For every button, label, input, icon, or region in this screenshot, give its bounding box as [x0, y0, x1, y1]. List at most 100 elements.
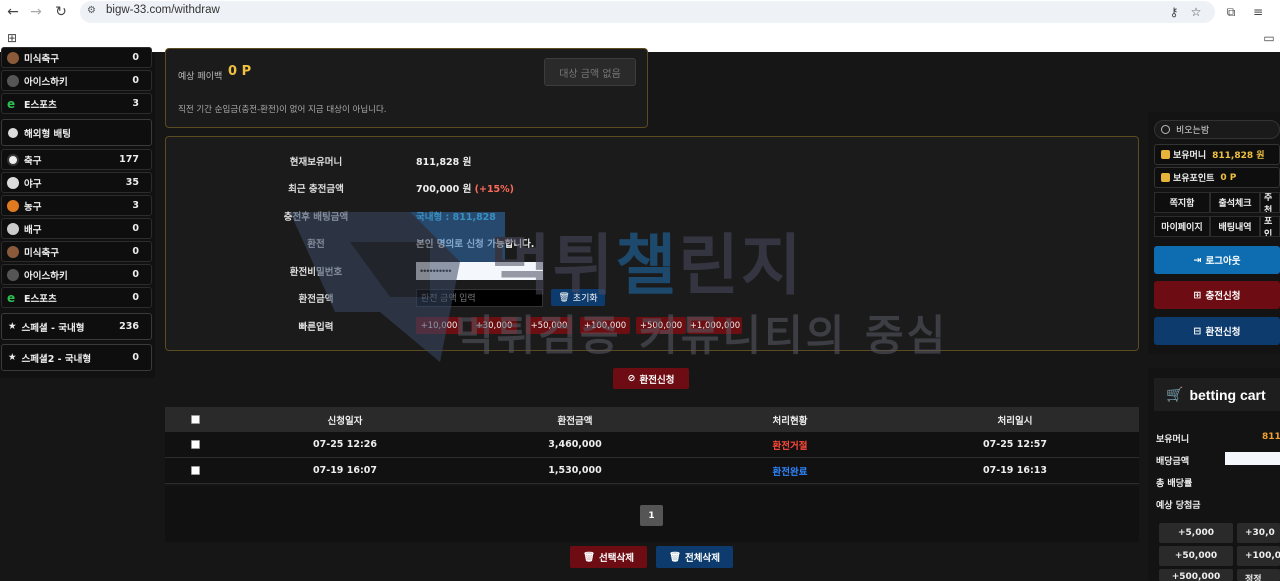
payback-value: 0 P	[228, 64, 252, 79]
sidebar-item-ice-hockey-top[interactable]: 아이스하키 0	[1, 70, 152, 91]
volleyball-icon	[7, 222, 19, 235]
col-request-date: 신청일자	[327, 415, 363, 427]
cart-expected-win-label: 예상 당첨금	[1156, 501, 1201, 511]
sidebar-item-count: 236	[119, 321, 139, 332]
message-box-button[interactable]: 쪽지함	[1154, 192, 1210, 213]
referral-button[interactable]: 추천	[1260, 192, 1280, 213]
table-header: 신청일자 환전금액 처리현황 처리일시	[165, 407, 1139, 432]
cart-add-100000-button[interactable]: +100,0	[1237, 546, 1280, 566]
esports-icon: e	[7, 290, 16, 305]
baseball-icon	[7, 176, 19, 189]
table-row[interactable]: 07-25 12:26 3,460,000 환전거절 07-25 12:57	[165, 432, 1139, 458]
minus-icon: ⊟	[1193, 325, 1202, 337]
puck-icon	[7, 268, 19, 281]
mypage-button[interactable]: 마이페이지	[1154, 216, 1210, 237]
money-value: 811,828 원	[1212, 151, 1265, 161]
sidebar-special2-domestic[interactable]: ★ 스페셜2 - 국내형 0	[1, 344, 152, 371]
reset-button[interactable]: 🗑 초기화	[551, 289, 605, 306]
reload-icon[interactable]: ↻	[52, 3, 70, 21]
url-text[interactable]: bigw-33.com/withdraw	[106, 4, 220, 16]
sidebar-item-american-football-top[interactable]: 미식축구 0	[1, 47, 152, 68]
american-football-icon	[7, 245, 19, 258]
cell-processed-at: 07-25 12:57	[983, 439, 1047, 450]
row-select-cell	[165, 432, 225, 457]
sidebar-item-volleyball[interactable]: 배구 0	[1, 218, 152, 239]
withdraw-button[interactable]: ⊟ 환전신청	[1154, 317, 1280, 345]
password-key-icon[interactable]: ⚷	[1165, 3, 1183, 21]
sidebar-item-baseball[interactable]: 야구 35	[1, 172, 152, 193]
withdraw-submit-label: 환전신청	[639, 374, 675, 386]
recent-deposit-bonus: (+15%)	[474, 184, 515, 195]
sidebar-item-label: 미식축구	[24, 53, 59, 65]
sidebar-item-american-football[interactable]: 미식축구 0	[1, 241, 152, 262]
logout-button[interactable]: ⇥ 로그아웃	[1154, 246, 1280, 274]
points-value: 0 P	[1220, 172, 1237, 183]
folder-icon[interactable]: ▭	[1260, 29, 1278, 47]
user-badge[interactable]: 비오는밤	[1154, 120, 1280, 139]
delete-all-button[interactable]: 🗑 전체삭제	[656, 546, 733, 568]
withdraw-password-input[interactable]	[416, 262, 543, 280]
sidebar-item-ice-hockey[interactable]: 아이스하키 0	[1, 264, 152, 285]
delete-selected-label: 선택삭제	[599, 553, 635, 564]
quick-add-100000-button[interactable]: +100,000	[580, 317, 630, 334]
cart-money-label: 보유머니	[1156, 435, 1190, 445]
bookmark-star-icon[interactable]: ☆	[1187, 3, 1205, 21]
address-bar[interactable]	[80, 1, 1215, 23]
quick-input-label: 빠른입력	[298, 322, 334, 333]
table-row[interactable]: 07-19 16:07 1,530,000 환전완료 07-19 16:13	[165, 458, 1139, 484]
cart-correct-button[interactable]: 정정	[1237, 569, 1280, 581]
cart-bet-amount-input[interactable]	[1225, 452, 1280, 465]
cell-status: 환전완료	[772, 466, 808, 478]
sidebar-item-esports[interactable]: e E스포츠 0	[1, 287, 152, 308]
quick-add-1000000-button[interactable]: +1,000,000	[688, 317, 742, 334]
sidebar-item-label: 스페셜 - 국내형	[21, 322, 85, 334]
cart-add-5000-button[interactable]: +5,000	[1159, 523, 1233, 543]
forward-arrow-icon[interactable]: →	[27, 3, 45, 21]
sidebar-item-esports-top[interactable]: e E스포츠 3	[1, 93, 152, 114]
site-settings-icon[interactable]: ⚙	[87, 5, 99, 17]
select-all-checkbox[interactable]	[190, 415, 200, 424]
deposit-button[interactable]: ⊞ 충전신청	[1154, 281, 1280, 309]
sidebar-item-label: 야구	[24, 178, 42, 190]
quick-add-30000-button[interactable]: +30,000	[471, 317, 517, 334]
cart-add-30000-button[interactable]: +30,0	[1237, 523, 1280, 543]
cart-add-500000-button[interactable]: +500,000	[1159, 569, 1233, 581]
quick-add-500000-button[interactable]: +500,000	[636, 317, 686, 334]
basketball-icon	[7, 199, 19, 212]
puck-icon	[7, 74, 19, 87]
media-controls-icon[interactable]: ≡	[1249, 3, 1267, 21]
page-button-1[interactable]: 1	[640, 505, 663, 526]
sidebar-item-label: 축구	[24, 155, 42, 167]
extensions-icon[interactable]: ⧉	[1222, 3, 1240, 21]
recent-deposit-field: 700,000 원 (+15%)	[416, 181, 514, 195]
points-button[interactable]: 포인	[1260, 216, 1280, 237]
reset-label: 초기화	[572, 294, 598, 304]
col-amount: 환전금액	[557, 415, 593, 427]
sidebar-item-label: 배구	[24, 224, 42, 236]
cart-add-50000-button[interactable]: +50,000	[1159, 546, 1233, 566]
quick-add-50000-button[interactable]: +50,000	[526, 317, 572, 334]
withdraw-submit-button[interactable]: ⊘ 환전신청	[613, 368, 689, 389]
quick-add-10000-button[interactable]: +10,000	[416, 317, 462, 334]
sidebar-item-count: 0	[132, 269, 139, 280]
overseas-betting-header[interactable]: 해외형 배팅	[1, 119, 152, 146]
bet-history-button[interactable]: 배팅내역	[1210, 216, 1260, 237]
withdraw-amount-input[interactable]	[416, 289, 543, 307]
row-checkbox[interactable]	[190, 440, 200, 449]
withdraw-label: 환전신청	[1205, 327, 1241, 338]
sidebar-item-count: 3	[132, 98, 139, 109]
payback-button[interactable]: 대상 금액 없음	[544, 58, 636, 86]
back-arrow-icon[interactable]: ←	[4, 3, 22, 21]
row-checkbox[interactable]	[190, 466, 200, 475]
sidebar-special-domestic[interactable]: ★ 스페셜 - 국내형 236	[1, 313, 152, 340]
apps-grid-icon[interactable]: ⊞	[3, 29, 21, 47]
withdraw-form: 현재보유머니 811,828 원 최근 충전금액 700,000 원 (+15%…	[165, 136, 1139, 351]
trash-icon: 🗑	[582, 551, 596, 563]
sidebar-item-count: 0	[132, 352, 139, 363]
sidebar-item-basketball[interactable]: 농구 3	[1, 195, 152, 216]
sidebar-item-soccer[interactable]: 축구 177	[1, 149, 152, 170]
delete-selected-button[interactable]: 🗑 선택삭제	[570, 546, 647, 568]
withdraw-password-label: 환전비밀번호	[289, 267, 343, 278]
trash-icon: 🗑	[668, 551, 682, 563]
attendance-button[interactable]: 출석체크	[1210, 192, 1260, 213]
